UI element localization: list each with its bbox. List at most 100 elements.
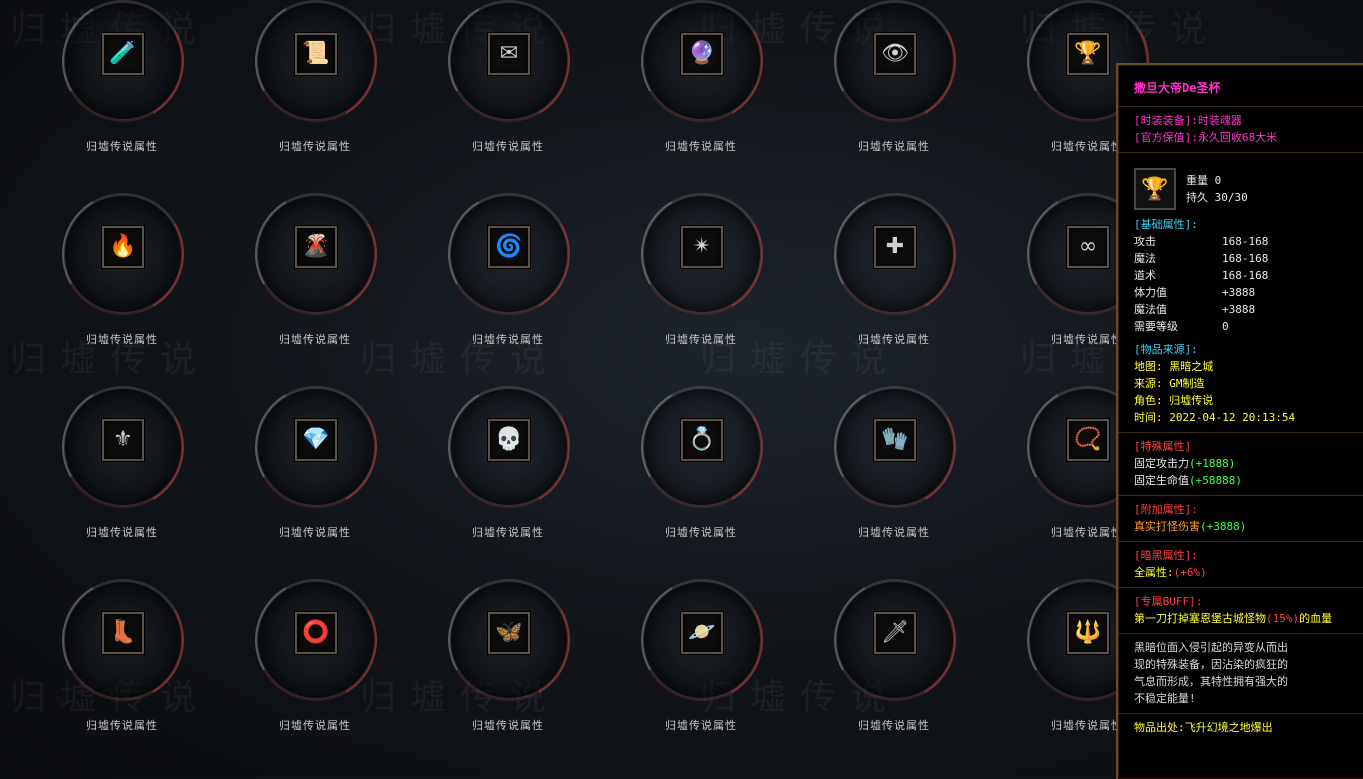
scroll-icon[interactable]: 📜	[295, 33, 337, 75]
lava-rune-icon[interactable]: 🌋	[295, 226, 337, 268]
item-cell[interactable]: 🌋 归墟传说属性	[240, 193, 400, 363]
item-cell[interactable]: ⚜ 归墟传说属性	[47, 386, 207, 556]
item-cell[interactable]: 🧤 归墟传说属性	[819, 386, 979, 556]
stat-name: 道术	[1134, 269, 1156, 282]
source-line: 角色: 归墟传说	[1134, 394, 1214, 407]
extra-attr-value: (+3888)	[1200, 520, 1247, 533]
item-label: 归墟传说属性	[279, 333, 351, 346]
infinity-sigil-icon[interactable]: ∞	[1067, 226, 1109, 268]
boots-icon[interactable]: 👢	[102, 612, 144, 654]
item-label: 归墟传说属性	[472, 719, 544, 732]
item-tooltip: 撒旦大帝De圣杯 [时装装备]:时装魂器 [官方保值]:永久回收68大米 🏆 重…	[1116, 63, 1363, 779]
item-cell[interactable]: 💍 归墟传说属性	[626, 386, 786, 556]
stat-name: 魔法值	[1134, 303, 1167, 316]
description-line: 现的特殊装备，因沾染的疯狂的	[1134, 658, 1288, 671]
dark-spear-icon[interactable]: 🔱	[1067, 612, 1109, 654]
special-attr-value: (+1888)	[1189, 457, 1236, 470]
extra-attr-title: [附加属性]:	[1134, 503, 1198, 516]
item-label: 归墟传说属性	[279, 719, 351, 732]
item-cell[interactable]: 🪐 归墟传说属性	[626, 579, 786, 749]
amber-ring-icon[interactable]: 💍	[681, 419, 723, 461]
item-label: 归墟传说属性	[279, 526, 351, 539]
weight-value: 0	[1214, 174, 1222, 187]
red-blade-icon[interactable]: 🗡	[874, 612, 916, 654]
dark-attr-key: 全属性:	[1134, 566, 1174, 579]
gold-bracelet-icon[interactable]: 📿	[1067, 419, 1109, 461]
stat-name: 魔法	[1134, 252, 1156, 265]
item-label: 归墟传说属性	[86, 333, 158, 346]
item-cell[interactable]: 👢 归墟传说属性	[47, 579, 207, 749]
envelope-icon[interactable]: ✉	[488, 33, 530, 75]
item-label: 归墟传说属性	[858, 140, 930, 153]
dark-attr-value: (+6%)	[1173, 566, 1207, 579]
source-title: [物品来源]:	[1134, 343, 1198, 356]
item-cell[interactable]: 🧪 归墟传说属性	[47, 0, 207, 170]
jade-bracelet-icon[interactable]: ⭕	[295, 612, 337, 654]
item-label: 归墟传说属性	[858, 719, 930, 732]
red-sigil-icon[interactable]: ✴	[681, 226, 723, 268]
special-attr-key: 固定攻击力	[1134, 457, 1189, 470]
buff-title: [专属BUFF]:	[1134, 595, 1203, 608]
base-stat-row: 需要等级 0	[1134, 318, 1363, 335]
special-attr-row: 固定攻击力(+1888)	[1134, 455, 1363, 472]
durability-value: 30/30	[1214, 191, 1248, 204]
description-line: 黑暗位面入侵引起的异变从而出	[1134, 641, 1288, 654]
item-cell[interactable]: 🌀 归墟传说属性	[433, 193, 593, 363]
base-attr-title: [基础属性]:	[1134, 218, 1198, 231]
item-label: 归墟传说属性	[472, 333, 544, 346]
item-label: 归墟传说属性	[665, 333, 737, 346]
item-label: 归墟传说属性	[858, 333, 930, 346]
item-label: 归墟传说属性	[858, 526, 930, 539]
buff-suffix: 的血量	[1299, 612, 1333, 625]
base-stat-row: 魔法 168-168	[1134, 250, 1363, 267]
item-cell[interactable]: ✴ 归墟传说属性	[626, 193, 786, 363]
special-attr-title: [特殊属性]	[1134, 440, 1192, 453]
winged-helm-icon[interactable]: ⚜	[102, 419, 144, 461]
item-cell[interactable]: 💎 归墟传说属性	[240, 386, 400, 556]
item-cell[interactable]: 📜 归墟传说属性	[240, 0, 400, 170]
fire-orb-icon[interactable]: 🌀	[488, 226, 530, 268]
item-cell[interactable]: 🗡 归墟传说属性	[819, 579, 979, 749]
item-label: 归墟传说属性	[665, 140, 737, 153]
item-name: 撒旦大帝De圣杯	[1134, 81, 1221, 95]
item-origin: 物品出处:飞升幻境之地爆出	[1134, 721, 1273, 734]
extra-attr-key: 真实打怪伤害	[1134, 520, 1200, 533]
description-line: 气息而形成，其特性拥有强大的	[1134, 675, 1288, 688]
source-line: 来源: GM制造	[1134, 377, 1205, 390]
flame-rune-icon[interactable]: 🔥	[102, 226, 144, 268]
dark-attr-title: [暗黑属性]:	[1134, 549, 1198, 562]
item-cell[interactable]: ✚ 归墟传说属性	[819, 193, 979, 363]
stat-name: 需要等级	[1134, 320, 1178, 333]
cross-sigil-icon[interactable]: ✚	[874, 226, 916, 268]
base-stat-row: 体力值 +3888	[1134, 284, 1363, 301]
item-cell[interactable]: ⭕ 归墟传说属性	[240, 579, 400, 749]
potion-icon[interactable]: 🧪	[102, 33, 144, 75]
item-label: 归墟传说属性	[665, 526, 737, 539]
crystal-orb-icon[interactable]: 🔮	[681, 33, 723, 75]
chalice-icon[interactable]: 🏆	[1067, 33, 1109, 75]
item-label: 归墟传说属性	[472, 140, 544, 153]
stat-value: +3888	[1222, 303, 1256, 316]
buff-percent: (15%)	[1266, 612, 1300, 625]
stat-name: 体力值	[1134, 286, 1167, 299]
special-attr-row: 固定生命值(+58888)	[1134, 472, 1363, 489]
source-line: 地图: 黑暗之城	[1134, 360, 1214, 373]
item-label: 归墟传说属性	[86, 526, 158, 539]
stat-value: 168-168	[1222, 235, 1269, 248]
cyan-claw-icon[interactable]: 🦋	[488, 612, 530, 654]
pink-gem-icon[interactable]: 💎	[295, 419, 337, 461]
golden-eye-icon[interactable]: 👁	[874, 33, 916, 75]
item-label: 归墟传说属性	[472, 526, 544, 539]
item-cell[interactable]: 👁 归墟传说属性	[819, 0, 979, 170]
item-cell[interactable]: 🔥 归墟传说属性	[47, 193, 207, 363]
chalice-icon: 🏆	[1134, 168, 1176, 210]
skull-ring-icon[interactable]: 💀	[488, 419, 530, 461]
description-line: 不稳定能量!	[1134, 692, 1196, 705]
item-cell[interactable]: 💀 归墟传说属性	[433, 386, 593, 556]
durability-label: 持久	[1186, 191, 1208, 204]
item-cell[interactable]: 🔮 归墟传说属性	[626, 0, 786, 170]
blue-orb-icon[interactable]: 🪐	[681, 612, 723, 654]
item-cell[interactable]: 🦋 归墟传说属性	[433, 579, 593, 749]
item-cell[interactable]: ✉ 归墟传说属性	[433, 0, 593, 170]
red-glove-icon[interactable]: 🧤	[874, 419, 916, 461]
